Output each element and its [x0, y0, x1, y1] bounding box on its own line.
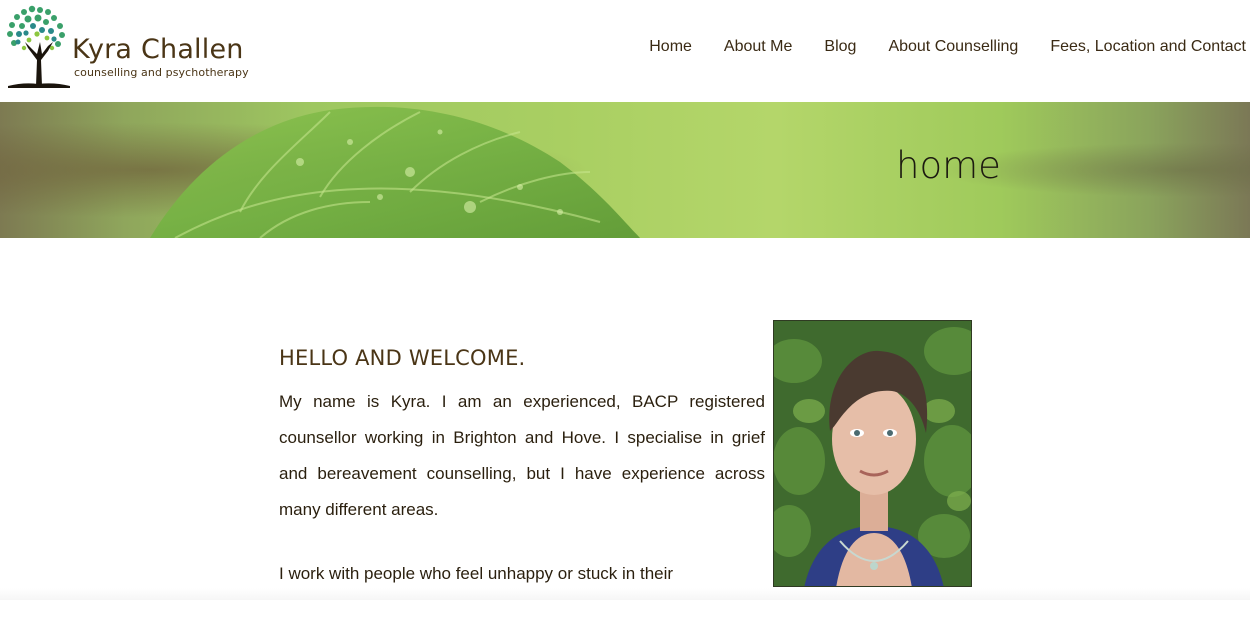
portrait-image	[774, 321, 971, 586]
intro-paragraph: My name is Kyra. I am an experienced, BA…	[279, 392, 765, 519]
bottom-fade	[0, 588, 1250, 600]
logo-name: Kyra Challen	[72, 34, 244, 65]
nav-item-about-counselling[interactable]: About Counselling	[888, 38, 1018, 56]
tree-icon	[7, 5, 70, 88]
nav-item-blog[interactable]: Blog	[824, 38, 856, 56]
main-nav: Home About Me Blog About Counselling Fee…	[617, 38, 1246, 56]
nav-item-fees-location-contact[interactable]: Fees, Location and Contact	[1050, 38, 1246, 56]
site-header: Kyra Challen counselling and psychothera…	[0, 0, 1250, 102]
portrait-photo	[773, 320, 972, 587]
second-paragraph: I work with people who feel unhappy or s…	[279, 564, 674, 583]
site-logo[interactable]: Kyra Challen counselling and psychothera…	[4, 4, 264, 90]
page-banner: home	[0, 102, 1250, 238]
main-content: HELLO AND WELCOME. My name is Kyra. I am…	[279, 340, 765, 620]
nav-item-about-me[interactable]: About Me	[724, 38, 792, 56]
page-title: home	[896, 144, 1001, 187]
nav-item-home[interactable]: Home	[649, 38, 692, 56]
leaf-image	[0, 102, 1250, 238]
logo-tagline: counselling and psychotherapy	[74, 66, 249, 79]
welcome-heading: HELLO AND WELCOME.	[279, 346, 526, 370]
